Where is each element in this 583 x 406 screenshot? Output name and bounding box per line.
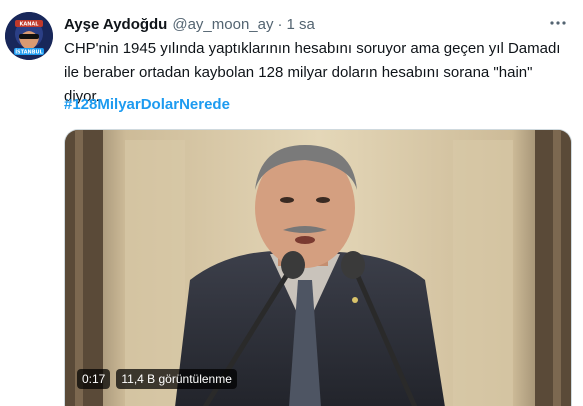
more-options-button[interactable] [547, 12, 569, 34]
video-player[interactable]: 0:17 11,4 B görüntülenme [64, 129, 572, 406]
tweet-card[interactable]: KANAL İSTANBUL Ayşe Aydoğdu @ay_moon_ay … [0, 0, 583, 406]
video-thumbnail [65, 130, 571, 406]
avatar[interactable]: KANAL İSTANBUL [5, 12, 53, 60]
avatar-text-bottom: İSTANBUL [15, 49, 43, 56]
separator-dot: · [277, 15, 283, 33]
video-duration: 0:17 [77, 369, 111, 389]
hashtag-link[interactable]: #128MilyarDolarNerede [64, 96, 230, 113]
video-view-count: 11,4 B görüntülenme [116, 369, 237, 389]
tweet-header: Ayşe Aydoğdu @ay_moon_ay · 1 sa [64, 14, 315, 34]
video-overlay: 0:17 11,4 B görüntülenme [77, 369, 237, 389]
ellipsis-icon [550, 21, 566, 25]
author-display-name[interactable]: Ayşe Aydoğdu [64, 16, 167, 33]
avatar-text-top: KANAL [20, 22, 40, 28]
author-handle[interactable]: @ay_moon_ay [172, 16, 273, 33]
tweet-timestamp[interactable]: 1 sa [286, 16, 314, 33]
